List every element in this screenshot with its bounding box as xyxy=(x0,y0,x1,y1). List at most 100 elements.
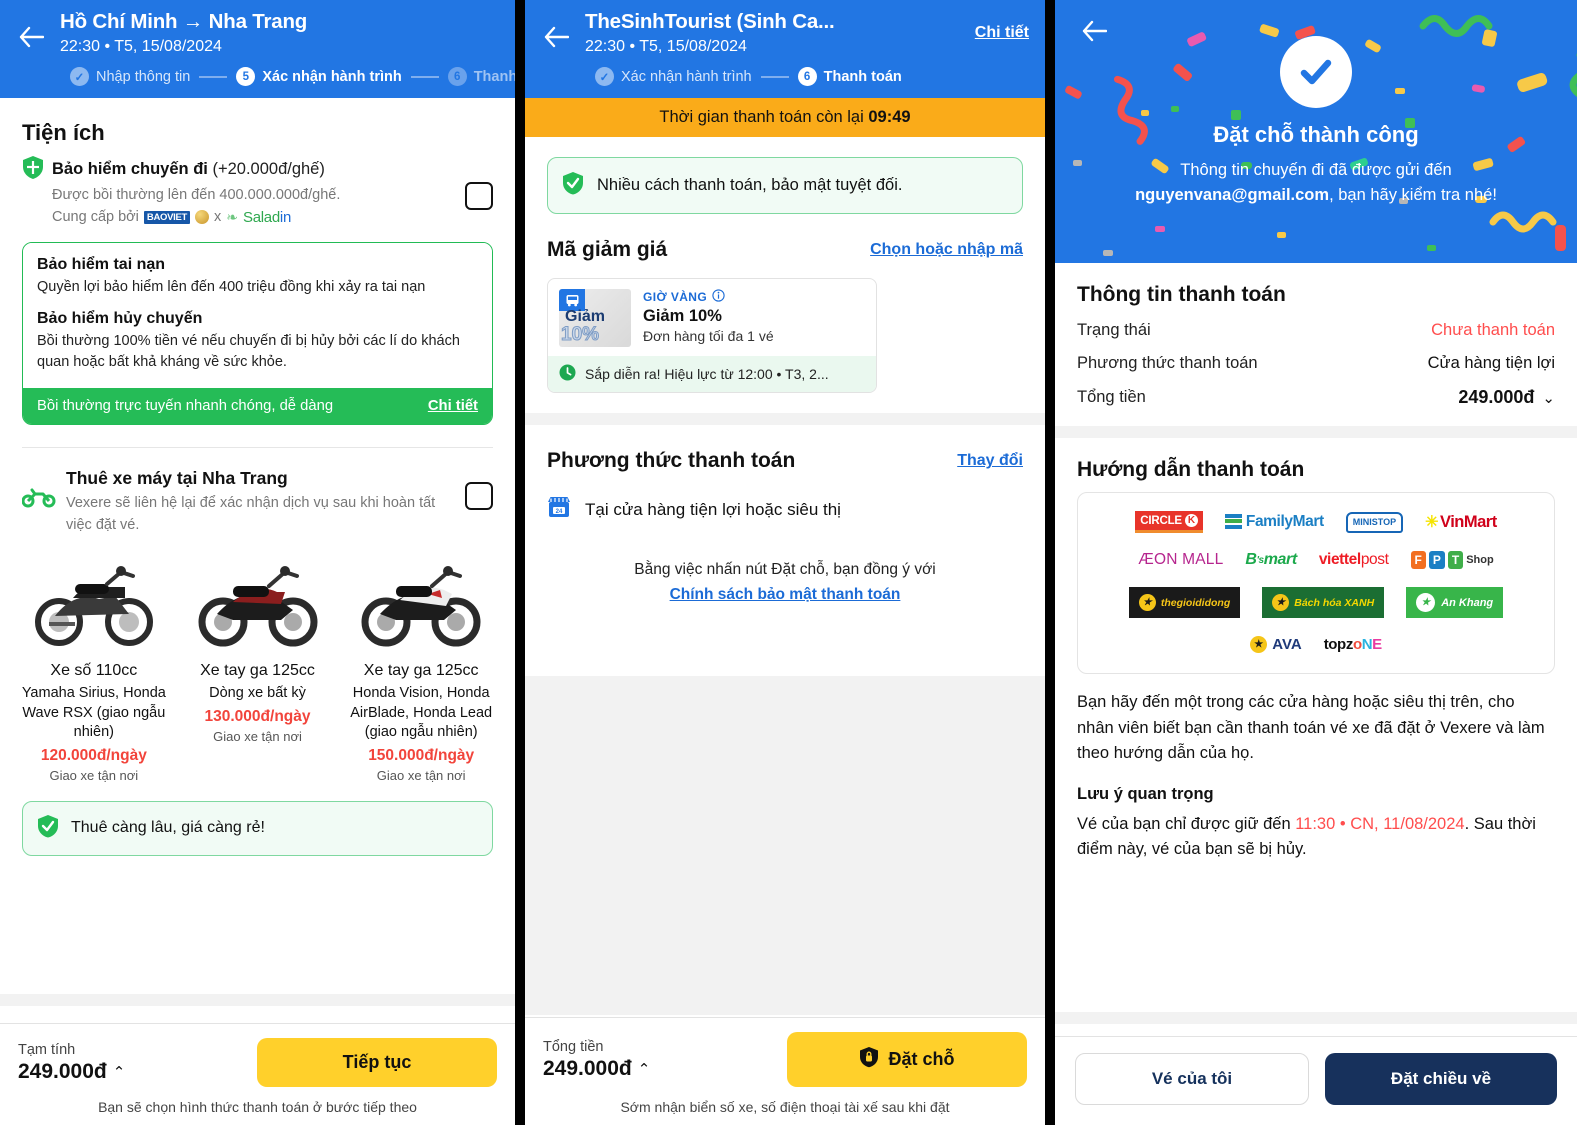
bike-option-models: Yamaha Sirius, Honda Wave RSX (giao ngẫu… xyxy=(21,685,166,741)
panel2-header: TheSinhTourist (Sinh Ca... 22:30 • T5, 1… xyxy=(525,0,1045,98)
promo-heading: Mã giảm giá xyxy=(547,238,668,261)
panel1-body: Tiện ích Bảo hiểm chuyến đi (+20.000đ/gh… xyxy=(0,98,515,856)
bike-option-card[interactable]: Xe tay ga 125cc Dòng xe bất kỳ 130.000đ/… xyxy=(178,546,338,783)
insurance-option-row[interactable]: Bảo hiểm chuyến đi (+20.000đ/ghế) Được b… xyxy=(0,155,515,226)
voucher-tag: GIỜ VÀNG xyxy=(643,289,865,305)
fpt-shop-logo: F P T Shop xyxy=(1410,551,1494,569)
panel2-bottom-bar: Tổng tiền 249.000đ ⌃ Đặt chỗ Sớm nhận biể… xyxy=(525,1017,1045,1125)
voucher-card[interactable]: Giảm 10% GIỜ VÀNG Giảm 10% Đơn hàng tối … xyxy=(547,278,877,393)
back-arrow-icon[interactable] xyxy=(1077,14,1111,48)
topzone-logo: topz o N E xyxy=(1323,636,1382,653)
info-key: Phương thức thanh toán xyxy=(1077,354,1258,372)
info-value-total[interactable]: 249.000đ ⌄ xyxy=(1458,387,1555,408)
step-badge-6: 6 xyxy=(797,67,817,86)
continue-button[interactable]: Tiếp tục xyxy=(257,1038,497,1087)
shield-lock-icon xyxy=(859,1046,879,1073)
step-item[interactable]: 6 Thanh toán xyxy=(797,67,902,86)
an-khang-logo: ★ An Khang xyxy=(1406,587,1504,618)
important-note-text: Vé của bạn chỉ được giữ đến 11:30 • CN, … xyxy=(1077,812,1555,863)
insurance-card-footer: Bồi thường trực tuyến nhanh chóng, dễ dà… xyxy=(23,387,492,424)
bike-photo-110cc xyxy=(14,546,174,656)
stepper: ✓ Nhập thông tin 5 Xác nhận hành trình 6… xyxy=(14,67,515,86)
book-seat-label: Đặt chỗ xyxy=(888,1049,955,1069)
bike-option-note: Giao xe tận nơi xyxy=(376,767,466,783)
section-band xyxy=(1055,426,1577,438)
security-notice-text: Nhiều cách thanh toán, bảo mật tuyệt đối… xyxy=(597,176,903,194)
bike-rental-title: Thuê xe máy tại Nha Trang xyxy=(66,467,288,488)
total-label: Tổng tiền xyxy=(543,1038,604,1055)
shield-icon xyxy=(22,155,44,185)
panel1-grey-strip xyxy=(0,994,515,1006)
my-tickets-button[interactable]: Vé của tôi xyxy=(1075,1053,1309,1105)
info-icon[interactable] xyxy=(712,289,725,305)
step-label: Xác nhận hành trình xyxy=(621,68,752,85)
bike-rental-description: Vexere sẽ liên hệ lại để xác nhận dịch v… xyxy=(66,494,436,533)
check-shield-icon xyxy=(37,814,59,843)
subtotal-label: Tạm tính xyxy=(18,1041,76,1058)
trip-detail-link[interactable]: Chi tiết xyxy=(975,24,1029,42)
store-24-icon: 24 xyxy=(547,495,571,524)
payment-method-heading: Phương thức thanh toán xyxy=(547,449,796,472)
note-prefix: Vé của bạn chỉ được giữ đến xyxy=(1077,814,1296,833)
insurance-checkbox[interactable] xyxy=(465,182,493,210)
payment-info-heading: Thông tin thanh toán xyxy=(1077,283,1286,306)
user-email: nguyenvana@gmail.com xyxy=(1135,185,1330,204)
book-return-button[interactable]: Đặt chiều về xyxy=(1325,1053,1557,1105)
back-arrow-icon[interactable] xyxy=(14,20,48,54)
privacy-policy-link[interactable]: Chính sách bảo mật thanh toán xyxy=(670,586,901,603)
bike-rental-row[interactable]: Thuê xe máy tại Nha Trang Vexere sẽ liên… xyxy=(0,448,515,537)
bike-photo-125cc-a xyxy=(178,546,338,656)
step-label: Nhập thông tin xyxy=(96,68,191,85)
countdown-value: 09:49 xyxy=(868,108,911,126)
selected-payment-method[interactable]: 24 Tại cửa hàng tiện lợi hoặc siêu thị xyxy=(525,481,1045,524)
stepper: ✓ Xác nhận hành trình 6 Thanh toán xyxy=(539,67,1031,86)
panel-amenities: Hồ Chí Minh → Nha Trang 22:30 • T5, 15/0… xyxy=(0,0,515,1125)
total-amount[interactable]: 249.000đ ⌃ xyxy=(543,1057,650,1081)
step-item[interactable]: 5 Xác nhận hành trình xyxy=(236,67,402,86)
success-title: Đặt chỗ thành công xyxy=(1213,122,1419,147)
provider-separator: x xyxy=(214,209,222,226)
terms-agreement: Bằng việc nhấn nút Đặt chỗ, bạn đồng ý v… xyxy=(525,558,1045,608)
change-payment-link[interactable]: Thay đổi xyxy=(957,452,1023,470)
insurance-detail-link[interactable]: Chi tiết xyxy=(428,398,478,414)
panel2-bottom-note: Sớm nhận biển số xe, số điện thoại tài x… xyxy=(620,1099,950,1115)
voucher-thumb-line2: 10% xyxy=(560,324,600,346)
payment-countdown-banner: Thời gian thanh toán còn lại 09:49 xyxy=(525,98,1045,137)
step-badge-5: 5 xyxy=(236,67,256,86)
security-notice: Nhiều cách thanh toán, bảo mật tuyệt đối… xyxy=(547,157,1023,214)
info-row-total[interactable]: Tổng tiền 249.000đ ⌄ xyxy=(1077,387,1555,408)
step-connector xyxy=(760,75,789,78)
voucher-status-text: Sắp diễn ra! Hiệu lực từ 12:00 • T3, 2..… xyxy=(585,366,829,382)
important-note-block: Lưu ý quan trọng Vé của bạn chỉ được giữ… xyxy=(1055,785,1577,863)
check-circle-icon xyxy=(1280,36,1352,108)
familymart-bars-icon xyxy=(1224,513,1242,531)
step-item[interactable]: ✓ Xác nhận hành trình xyxy=(595,67,752,86)
ankhang-mark-icon: ★ xyxy=(1416,593,1436,612)
subtotal-amount[interactable]: 249.000đ ⌃ xyxy=(18,1060,125,1084)
bike-option-name: Xe số 110cc xyxy=(50,662,138,680)
back-arrow-icon[interactable] xyxy=(539,20,573,54)
promo-choose-link[interactable]: Chọn hoặc nhập mã xyxy=(870,241,1023,259)
success-message: Thông tin chuyến đi đã được gửi đến nguy… xyxy=(1055,158,1577,208)
book-seat-button[interactable]: Đặt chỗ xyxy=(787,1032,1027,1087)
step-connector xyxy=(410,75,439,78)
trip-datetime: 22:30 • T5, 15/08/2024 xyxy=(585,38,747,55)
step-badge-check: ✓ xyxy=(70,67,89,86)
panel-separator xyxy=(515,0,525,1125)
vinmart-logo: ✳ VinMart xyxy=(1425,512,1497,532)
vinmart-star-icon: ✳ xyxy=(1425,514,1438,531)
step-item[interactable]: ✓ Nhập thông tin xyxy=(70,67,190,86)
step-item[interactable]: 6 Thanh xyxy=(447,67,515,86)
bike-option-card[interactable]: Xe tay ga 125cc Honda Vision, Honda AirB… xyxy=(341,546,501,783)
voucher-thumbnail: Giảm 10% xyxy=(559,289,631,347)
check-shield-icon xyxy=(562,171,584,200)
page-title: Hồ Chí Minh → Nha Trang xyxy=(60,10,308,33)
voucher-subtitle: Đơn hàng tối đa 1 vé xyxy=(643,328,774,344)
insurance-footer-text: Bồi thường trực tuyến nhanh chóng, dễ dà… xyxy=(37,397,334,414)
bike-option-card[interactable]: Xe số 110cc Yamaha Sirius, Honda Wave RS… xyxy=(14,546,174,783)
voucher-status-footer: Sắp diễn ra! Hiệu lực từ 12:00 • T3, 2..… xyxy=(548,356,876,392)
bike-rental-checkbox[interactable] xyxy=(465,481,493,510)
operator-title: TheSinhTourist (Sinh Ca... xyxy=(585,10,835,33)
guide-section-header: Hướng dẫn thanh toán xyxy=(1055,438,1577,482)
panel3-grey-strip xyxy=(1055,1012,1577,1024)
